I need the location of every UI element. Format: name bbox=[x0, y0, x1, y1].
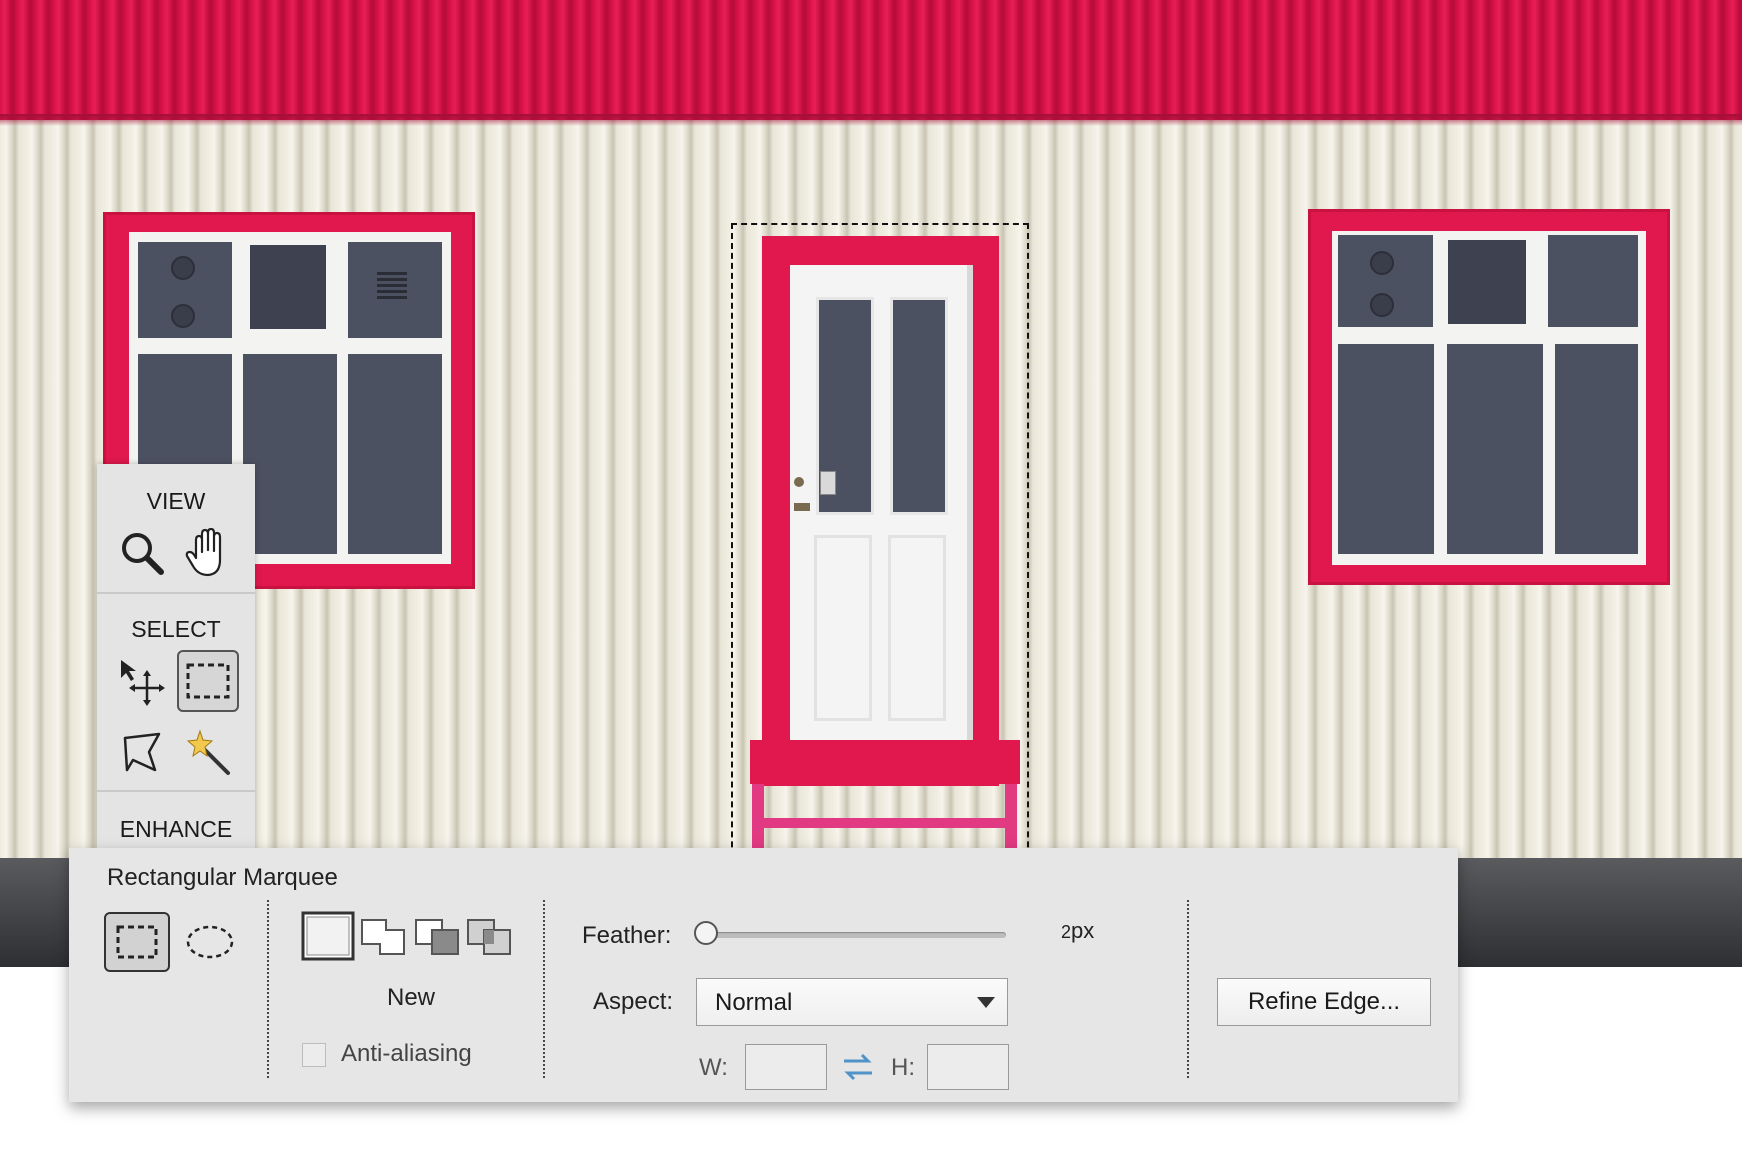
aspect-label: Aspect: bbox=[593, 988, 674, 1015]
select-section-title: SELECT bbox=[131, 616, 221, 642]
zoom-tool[interactable] bbox=[111, 522, 173, 584]
selection-mode-label: New bbox=[387, 984, 436, 1011]
feather-number: 2 bbox=[1061, 922, 1072, 942]
zoom-icon bbox=[122, 533, 164, 575]
rectangular-marquee-option[interactable] bbox=[104, 912, 170, 972]
new-selection-button[interactable] bbox=[301, 911, 355, 961]
tools-panel: VIEW SELECT ENHANCE bbox=[97, 464, 255, 884]
subtract-from-selection-button[interactable] bbox=[413, 911, 461, 961]
anti-aliasing-label: Anti-aliasing bbox=[341, 1040, 472, 1067]
enhance-section-title: ENHANCE bbox=[119, 816, 233, 842]
chevron-down-icon bbox=[977, 997, 995, 1008]
refine-edge-button[interactable]: Refine Edge... bbox=[1217, 978, 1431, 1026]
tool-options-bar: Rectangular Marquee New Anti-aliasing Fe… bbox=[69, 848, 1458, 1102]
height-label: H: bbox=[891, 1054, 915, 1081]
height-field[interactable] bbox=[927, 1044, 1009, 1090]
feather-label: Feather: bbox=[582, 922, 672, 949]
intersect-selection-button[interactable] bbox=[465, 911, 513, 961]
magic-wand-tool[interactable] bbox=[177, 722, 239, 784]
photo-canvas[interactable] bbox=[0, 0, 1742, 967]
aspect-dropdown[interactable]: Normal bbox=[696, 978, 1008, 1026]
aspect-selected-value: Normal bbox=[715, 989, 793, 1016]
feather-slider-thumb[interactable] bbox=[694, 921, 718, 945]
elliptical-marquee-option[interactable] bbox=[177, 912, 243, 972]
subtract-from-selection-icon bbox=[415, 919, 459, 955]
intersect-selection-icon bbox=[467, 919, 511, 955]
magic-wand-icon bbox=[186, 729, 230, 775]
rectangular-marquee-icon bbox=[186, 663, 230, 699]
move-tool[interactable] bbox=[111, 650, 173, 712]
hand-icon bbox=[185, 528, 222, 577]
tool-name: Rectangular Marquee bbox=[107, 864, 338, 891]
width-label: W: bbox=[699, 1054, 728, 1081]
roof bbox=[0, 0, 1742, 120]
feather-unit: px bbox=[1071, 918, 1095, 943]
feather-slider-track[interactable] bbox=[706, 932, 1006, 938]
lasso-icon bbox=[123, 732, 161, 772]
right-window bbox=[1308, 209, 1670, 585]
hand-tool[interactable] bbox=[177, 522, 239, 584]
add-to-selection-button[interactable] bbox=[359, 911, 407, 961]
anti-aliasing-checkbox[interactable] bbox=[302, 1043, 326, 1067]
view-section-title: VIEW bbox=[146, 488, 206, 514]
width-field[interactable] bbox=[745, 1044, 827, 1090]
add-to-selection-icon bbox=[361, 919, 405, 955]
elliptical-marquee-icon bbox=[186, 925, 234, 959]
swap-dimensions-icon[interactable] bbox=[842, 1052, 874, 1087]
feather-value: 2px bbox=[1061, 918, 1094, 944]
lasso-tool[interactable] bbox=[111, 722, 173, 784]
new-selection-icon bbox=[301, 911, 355, 961]
move-icon bbox=[121, 660, 165, 706]
rectangular-marquee-tool[interactable] bbox=[177, 650, 239, 712]
rectangular-marquee-icon bbox=[116, 925, 158, 959]
